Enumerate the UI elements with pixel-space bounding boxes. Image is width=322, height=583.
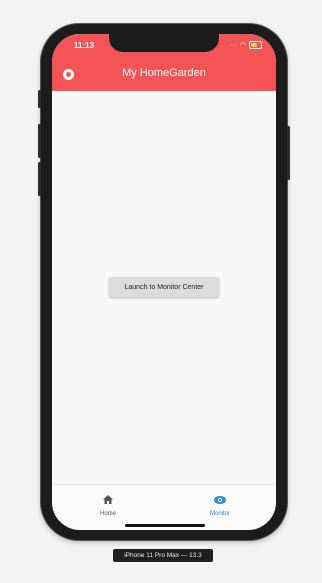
app-header: 11:13 ··· ◠ My HomeGarden [52, 34, 276, 91]
tab-home-label: Home [99, 511, 116, 517]
wifi-icon: ◠ [239, 42, 246, 49]
bottom-tab-bar: Home Monitor [52, 484, 276, 530]
notch [109, 34, 219, 52]
page-title: My HomeGarden [122, 67, 206, 79]
volume-up-button [38, 124, 41, 158]
volume-down-button [38, 162, 41, 196]
phone-screen: 11:13 ··· ◠ My HomeGarden Launch to Moni… [52, 34, 276, 530]
battery-icon [249, 41, 262, 49]
tab-home[interactable]: Home [78, 491, 138, 517]
status-icons: ··· ◠ [230, 41, 262, 49]
mute-switch [38, 90, 41, 108]
power-button [287, 126, 290, 180]
eye-icon [214, 496, 226, 504]
tab-monitor-label: Monitor [209, 511, 230, 517]
signal-icon: ··· [229, 41, 237, 49]
launch-monitor-button[interactable]: Launch to Monitor Center [109, 277, 219, 297]
device-label: iPhone 11 Pro Max — 13.3 [113, 549, 213, 562]
status-time: 11:13 [74, 41, 95, 50]
home-indicator [125, 524, 205, 527]
tab-monitor[interactable]: Monitor [190, 491, 250, 517]
home-icon [103, 495, 113, 504]
